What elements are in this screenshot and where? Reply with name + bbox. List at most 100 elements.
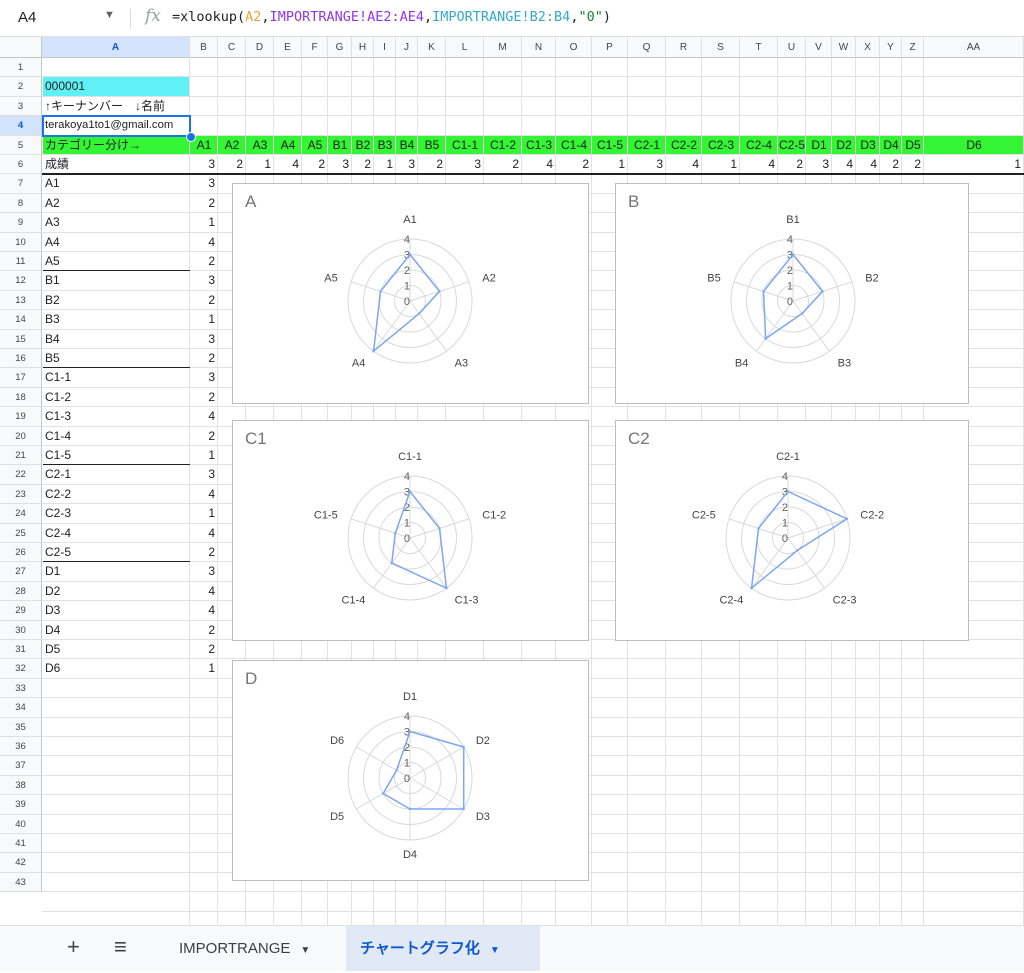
score-cell[interactable]: 3: [193, 155, 215, 174]
list-item-value[interactable]: 2: [193, 388, 215, 407]
row-header-38[interactable]: 38: [0, 775, 42, 796]
score-cell[interactable]: 4: [669, 155, 699, 174]
row-header-34[interactable]: 34: [0, 698, 42, 718]
column-header-y[interactable]: Y: [880, 37, 902, 58]
column-header-r[interactable]: R: [666, 37, 702, 58]
category-header-cell[interactable]: D1: [806, 136, 832, 155]
row-header-24[interactable]: 24: [0, 504, 42, 524]
column-header-p[interactable]: P: [592, 37, 628, 58]
list-item-value[interactable]: 2: [193, 349, 215, 368]
score-cell[interactable]: 1: [249, 155, 271, 174]
column-header-q[interactable]: Q: [628, 37, 666, 58]
score-cell[interactable]: 3: [449, 155, 481, 174]
add-sheet-button[interactable]: +: [67, 934, 80, 960]
score-cell[interactable]: 1: [705, 155, 737, 174]
column-header-g[interactable]: G: [328, 37, 352, 58]
row-header-4[interactable]: 4: [0, 116, 42, 136]
list-item-value[interactable]: 1: [193, 504, 215, 523]
row-header-11[interactable]: 11: [0, 252, 42, 272]
column-header-z[interactable]: Z: [902, 37, 924, 58]
list-item-label[interactable]: D5: [45, 640, 187, 659]
row-header-32[interactable]: 32: [0, 659, 42, 679]
row-header-16[interactable]: 16: [0, 349, 42, 369]
list-item-label[interactable]: C1-5: [45, 446, 187, 465]
category-header-cell[interactable]: C1-3: [522, 136, 556, 155]
column-header-b[interactable]: B: [190, 37, 218, 58]
list-item-label[interactable]: C1-2: [45, 388, 187, 407]
list-item-label[interactable]: C1-4: [45, 427, 187, 446]
list-item-label[interactable]: B1: [45, 271, 187, 290]
column-header-e[interactable]: E: [274, 37, 302, 58]
row-header-3[interactable]: 3: [0, 96, 42, 117]
score-cell[interactable]: 4: [743, 155, 775, 174]
radar-chart-c2[interactable]: C2 0 1 2 3 4 C2-1 C2-2 C2-3 C2-4 C2-5: [615, 420, 969, 641]
column-header-s[interactable]: S: [702, 37, 740, 58]
category-header-cell[interactable]: C1-5: [592, 136, 628, 155]
list-item-label[interactable]: C2-2: [45, 485, 187, 504]
row-header-33[interactable]: 33: [0, 678, 42, 699]
row-header-21[interactable]: 21: [0, 446, 42, 466]
category-header-cell[interactable]: C2-5: [778, 136, 806, 155]
row-header-43[interactable]: 43: [0, 872, 42, 893]
row-header-29[interactable]: 29: [0, 601, 42, 621]
score-cell[interactable]: 2: [305, 155, 325, 174]
list-item-value[interactable]: 3: [193, 271, 215, 290]
row-header-39[interactable]: 39: [0, 795, 42, 815]
list-item-value[interactable]: 3: [193, 465, 215, 484]
formula-input[interactable]: =xlookup(A2,IMPORTRANGE!AE2:AE4,IMPORTRA…: [172, 9, 611, 25]
column-header-f[interactable]: F: [302, 37, 328, 58]
row-header-26[interactable]: 26: [0, 543, 42, 563]
column-header-v[interactable]: V: [806, 37, 832, 58]
category-header-cell[interactable]: D5: [902, 136, 924, 155]
list-item-value[interactable]: 4: [193, 233, 215, 252]
category-header-cell[interactable]: B5: [418, 136, 446, 155]
row-header-5[interactable]: 5: [0, 135, 42, 155]
score-cell[interactable]: 1: [377, 155, 393, 174]
row-header-41[interactable]: 41: [0, 834, 42, 854]
list-item-label[interactable]: D2: [45, 582, 187, 601]
row-header-18[interactable]: 18: [0, 387, 42, 408]
row-header-25[interactable]: 25: [0, 523, 42, 543]
list-item-label[interactable]: A4: [45, 233, 187, 252]
row-header-8[interactable]: 8: [0, 193, 42, 214]
row-header-42[interactable]: 42: [0, 853, 42, 873]
column-header-c[interactable]: C: [218, 37, 246, 58]
category-header-cell[interactable]: B1: [328, 136, 352, 155]
list-item-value[interactable]: 2: [193, 621, 215, 640]
list-item-value[interactable]: 4: [193, 582, 215, 601]
category-header-cell[interactable]: A4: [274, 136, 302, 155]
score-cell[interactable]: 4: [525, 155, 553, 174]
category-header-cell[interactable]: C2-2: [666, 136, 702, 155]
row-header-13[interactable]: 13: [0, 290, 42, 311]
name-box-dropdown-icon[interactable]: ▼: [104, 9, 115, 21]
list-item-value[interactable]: 1: [193, 659, 215, 678]
list-item-label[interactable]: B2: [45, 291, 187, 310]
list-item-label[interactable]: C1-3: [45, 407, 187, 426]
category-header-cell[interactable]: D4: [880, 136, 902, 155]
list-item-value[interactable]: 3: [193, 330, 215, 349]
column-header-l[interactable]: L: [446, 37, 484, 58]
list-item-value[interactable]: 1: [193, 213, 215, 232]
row-header-10[interactable]: 10: [0, 232, 42, 252]
select-all-corner[interactable]: [0, 37, 42, 58]
category-header-cell[interactable]: D3: [856, 136, 880, 155]
list-item-value[interactable]: 2: [193, 252, 215, 271]
category-header-cell[interactable]: C2-4: [740, 136, 778, 155]
column-header-h[interactable]: H: [352, 37, 374, 58]
category-header-cell[interactable]: C1-1: [446, 136, 484, 155]
row-header-22[interactable]: 22: [0, 465, 42, 485]
list-item-label[interactable]: B5: [45, 349, 187, 368]
all-sheets-menu-button[interactable]: ≡: [114, 934, 127, 960]
category-header-cell[interactable]: C1-4: [556, 136, 592, 155]
list-item-value[interactable]: 2: [193, 291, 215, 310]
column-header-j[interactable]: J: [396, 37, 418, 58]
list-item-label[interactable]: D3: [45, 601, 187, 620]
column-header-i[interactable]: I: [374, 37, 396, 58]
list-item-label[interactable]: A5: [45, 252, 187, 271]
list-item-value[interactable]: 4: [193, 407, 215, 426]
list-item-value[interactable]: 3: [193, 174, 215, 193]
category-header-cell[interactable]: A5: [302, 136, 328, 155]
list-item-label[interactable]: A2: [45, 194, 187, 213]
row-header-23[interactable]: 23: [0, 484, 42, 505]
list-item-value[interactable]: 3: [193, 562, 215, 581]
